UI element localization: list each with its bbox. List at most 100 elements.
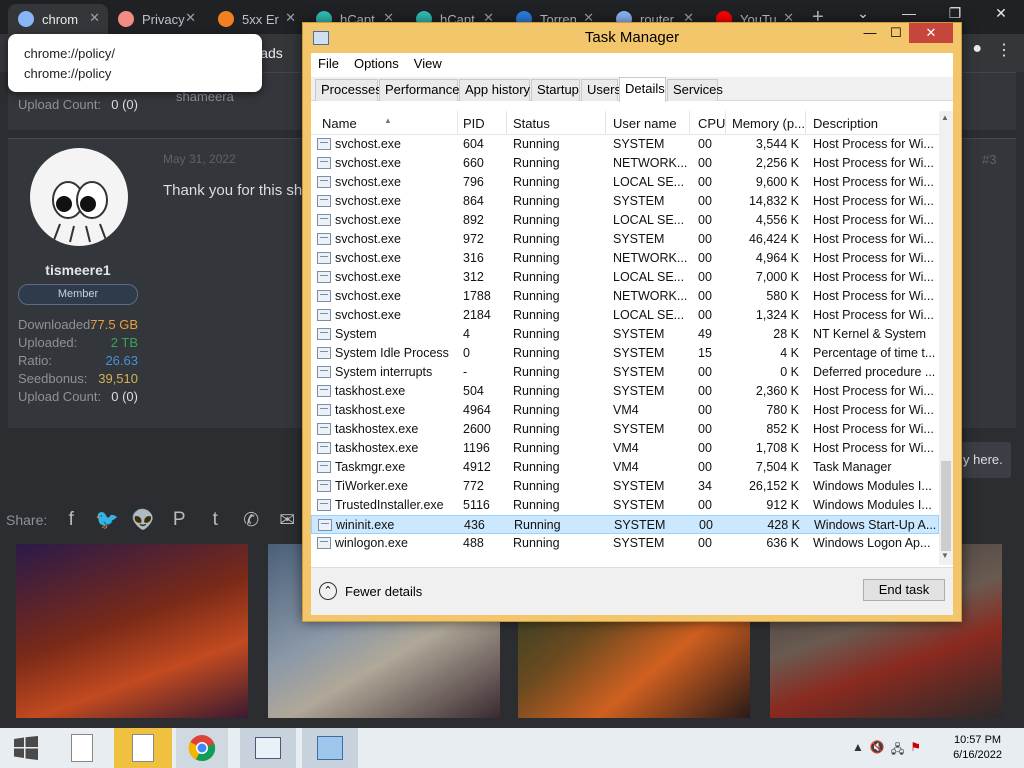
process-icon: [317, 328, 331, 340]
whatsapp-icon[interactable]: ✆: [239, 509, 263, 532]
scroll-down-icon[interactable]: ▼: [941, 551, 949, 560]
col-pid[interactable]: PID: [463, 116, 485, 131]
cell-cpu: 34: [698, 479, 712, 493]
tab-performance[interactable]: Performance: [379, 79, 459, 101]
col-description[interactable]: Description: [813, 116, 878, 131]
menu-file[interactable]: File: [311, 53, 347, 75]
cell-desc: Deferred procedure ...: [813, 365, 936, 379]
process-row[interactable]: System 4 Running SYSTEM 49 28 K NT Kernel & Sy…: [311, 325, 939, 344]
minimize-button[interactable]: —: [857, 23, 883, 43]
cell-mem: 0 K: [780, 365, 799, 379]
action-center-icon[interactable]: ⚑: [910, 740, 921, 761]
cell-status: Running: [513, 156, 560, 170]
col-name[interactable]: Name: [322, 116, 357, 131]
cell-status: Running: [513, 194, 560, 208]
user-avatar[interactable]: [30, 148, 128, 246]
process-row[interactable]: svchost.exe 2184 Running LOCAL SE... 00 1,324…: [311, 306, 939, 325]
tumblr-icon[interactable]: t: [203, 509, 227, 531]
col-user[interactable]: User name: [613, 116, 677, 131]
fewer-details-link[interactable]: ⌃ Fewer details: [319, 582, 422, 600]
process-row[interactable]: System interrupts - Running SYSTEM 00 0 K Defe…: [311, 363, 939, 382]
menu-options[interactable]: Options: [347, 53, 407, 75]
process-row[interactable]: svchost.exe 312 Running LOCAL SE... 00 7,000 …: [311, 268, 939, 287]
cell-status: Running: [513, 365, 560, 379]
col-memory[interactable]: Memory (p...: [732, 116, 805, 131]
tab-users[interactable]: Users: [581, 79, 621, 101]
menu-view[interactable]: View: [407, 53, 450, 75]
game-thumbnail-1[interactable]: [16, 544, 248, 718]
process-row[interactable]: taskhostex.exe 1196 Running VM4 00 1,708 K Hos…: [311, 439, 939, 458]
end-task-button[interactable]: End task: [863, 579, 945, 601]
process-row[interactable]: svchost.exe 892 Running LOCAL SE... 00 4,556 …: [311, 211, 939, 230]
profile-icon[interactable]: ●: [972, 40, 982, 60]
post-username[interactable]: tismeere1: [18, 262, 138, 278]
process-row[interactable]: TiWorker.exe 772 Running SYSTEM 34 26,152 K Wi…: [311, 477, 939, 496]
process-row[interactable]: svchost.exe 864 Running SYSTEM 00 14,832 K Hos…: [311, 192, 939, 211]
start-button[interactable]: [6, 728, 46, 768]
close-window-icon[interactable]: ✕: [978, 0, 1024, 34]
scroll-up-icon[interactable]: ▲: [941, 113, 949, 122]
scrollbar-thumb[interactable]: [941, 461, 951, 551]
post-number[interactable]: #3: [982, 152, 996, 167]
process-row[interactable]: taskhostex.exe 2600 Running SYSTEM 00 852 K Ho…: [311, 420, 939, 439]
pinterest-icon[interactable]: P: [167, 509, 191, 531]
taskbar-app-1[interactable]: [114, 728, 172, 768]
process-row[interactable]: winlogon.exe 488 Running SYSTEM 00 636 K Windo…: [311, 534, 939, 553]
maximize-button[interactable]: ☐: [883, 23, 909, 43]
close-tab-icon[interactable]: ✕: [285, 10, 296, 26]
document-icon: [71, 734, 93, 762]
process-row[interactable]: wininit.exe 436 Running SYSTEM 00 428 K Window…: [311, 515, 939, 534]
cell-cpu: 00: [698, 460, 712, 474]
cell-pid: 796: [463, 175, 484, 189]
facebook-icon[interactable]: f: [59, 509, 83, 531]
mute-icon[interactable]: 🔇: [870, 740, 885, 761]
process-row[interactable]: svchost.exe 604 Running SYSTEM 00 3,544 K Host…: [311, 135, 939, 154]
cell-cpu: 00: [698, 403, 712, 417]
reddit-icon[interactable]: 👽: [131, 508, 155, 532]
cell-mem: 852 K: [766, 422, 799, 436]
tab-app-history[interactable]: App history: [459, 79, 530, 101]
cell-user: LOCAL SE...: [613, 175, 685, 189]
cell-user: LOCAL SE...: [613, 308, 685, 322]
network-icon[interactable]: 🖧: [891, 740, 904, 761]
process-row[interactable]: taskhost.exe 4964 Running VM4 00 780 K Host Pr…: [311, 401, 939, 420]
twitter-icon[interactable]: 🐦: [95, 508, 119, 532]
process-row[interactable]: svchost.exe 972 Running SYSTEM 00 46,424 K Hos…: [311, 230, 939, 249]
process-row[interactable]: svchost.exe 1788 Running NETWORK... 00 580 K H…: [311, 287, 939, 306]
process-icon: [317, 461, 331, 473]
cell-user: SYSTEM: [613, 536, 665, 550]
taskbar-app-5[interactable]: [302, 728, 358, 768]
file-explorer-button[interactable]: [62, 728, 102, 768]
cell-mem: 2,360 K: [755, 384, 799, 398]
close-tab-icon[interactable]: ✕: [89, 10, 100, 26]
taskbar-clock[interactable]: 10:57 PM 6/16/2022: [953, 733, 1002, 763]
process-row[interactable]: System Idle Process 0 Running SYSTEM 15 4 K Pe…: [311, 344, 939, 363]
task-manager-taskbar-button[interactable]: [240, 728, 296, 768]
close-tab-icon[interactable]: ✕: [185, 10, 196, 26]
tab-details[interactable]: Details: [619, 77, 666, 102]
cell-desc: Host Process for Wi...: [813, 232, 934, 246]
browser-tab[interactable]: 5xx Er ✕: [208, 4, 304, 34]
process-row[interactable]: svchost.exe 316 Running NETWORK... 00 4,964 K…: [311, 249, 939, 268]
cell-name: svchost.exe: [335, 175, 402, 189]
stat-label: Uploaded:: [18, 335, 78, 350]
process-row[interactable]: TrustedInstaller.exe 5116 Running SYSTEM 00 9…: [311, 496, 939, 515]
chrome-taskbar-button[interactable]: [176, 728, 228, 768]
close-button[interactable]: ✕: [909, 23, 953, 43]
here-button[interactable]: y here.: [955, 442, 1011, 478]
col-cpu[interactable]: CPU: [698, 116, 725, 131]
process-row[interactable]: svchost.exe 796 Running LOCAL SE... 00 9,600 …: [311, 173, 939, 192]
cell-pid: 892: [463, 213, 484, 227]
browser-tab[interactable]: Privacy ✕: [108, 4, 204, 34]
show-hidden-icons-icon[interactable]: ▲: [852, 740, 864, 761]
col-status[interactable]: Status: [513, 116, 550, 131]
tab-startup[interactable]: Startup: [531, 79, 580, 101]
browser-menu-icon[interactable]: ⋮: [996, 40, 1012, 60]
browser-tab[interactable]: chrom ✕: [8, 4, 108, 34]
process-row[interactable]: taskhost.exe 504 Running SYSTEM 00 2,360 K Hos…: [311, 382, 939, 401]
tab-processes[interactable]: Processes: [315, 79, 382, 101]
email-icon[interactable]: ✉: [275, 509, 299, 532]
process-row[interactable]: svchost.exe 660 Running NETWORK... 00 2,256 K…: [311, 154, 939, 173]
tab-services[interactable]: Services: [667, 79, 723, 101]
process-row[interactable]: Taskmgr.exe 4912 Running VM4 00 7,504 K Task M…: [311, 458, 939, 477]
